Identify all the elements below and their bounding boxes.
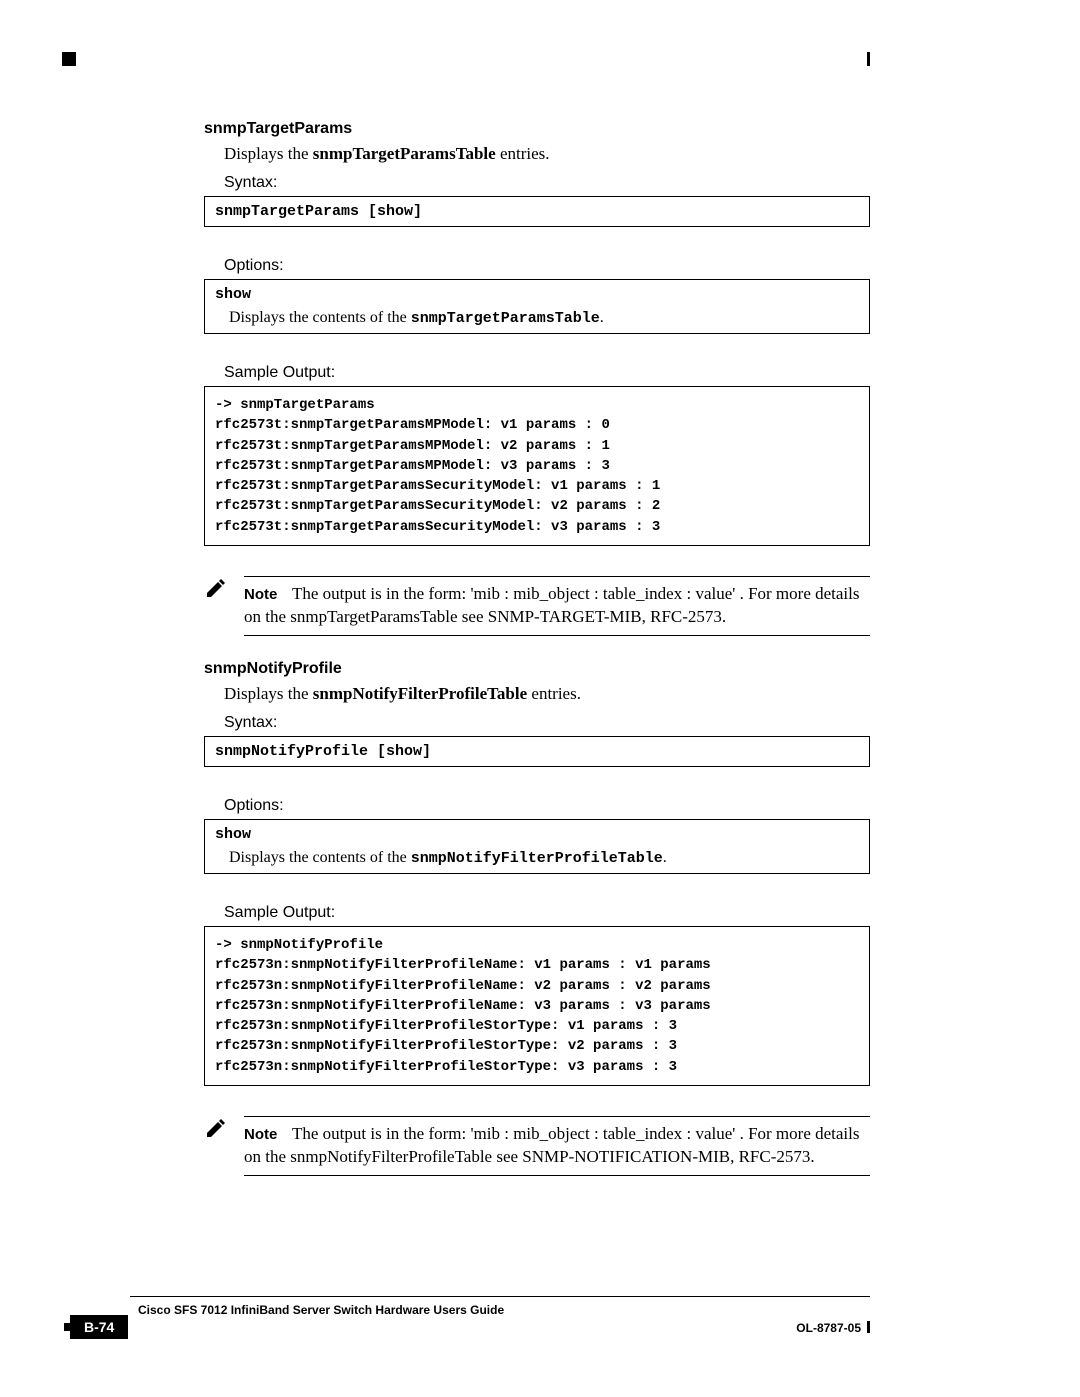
options-box: show Displays the contents of the snmpTar… bbox=[204, 279, 870, 334]
sample-output-line: rfc2573t:snmpTargetParamsSecurityModel: … bbox=[215, 517, 859, 537]
section-description: Displays the snmpNotifyFilterProfileTabl… bbox=[224, 684, 870, 704]
note-body: NoteThe output is in the form: 'mib : mi… bbox=[244, 576, 870, 636]
note-body: NoteThe output is in the form: 'mib : mi… bbox=[244, 1116, 870, 1176]
option-name: show bbox=[215, 286, 859, 303]
note-text: The output is in the form: 'mib : mib_ob… bbox=[244, 1124, 860, 1166]
sample-output-line: rfc2573n:snmpNotifyFilterProfileName: v3… bbox=[215, 996, 859, 1016]
sample-output-line: -> snmpTargetParams bbox=[215, 395, 859, 415]
page: snmpTargetParams Displays the snmpTargetP… bbox=[0, 0, 1080, 1397]
sample-output-line: rfc2573t:snmpTargetParamsSecurityModel: … bbox=[215, 476, 859, 496]
sample-output-line: rfc2573n:snmpNotifyFilterProfileStorType… bbox=[215, 1036, 859, 1056]
syntax-command: snmpNotifyProfile [show] bbox=[215, 743, 859, 760]
options-label: Options: bbox=[224, 257, 870, 275]
option-description: Displays the contents of the snmpTargetP… bbox=[229, 309, 859, 327]
note-label: Note bbox=[244, 585, 292, 605]
option-description: Displays the contents of the snmpNotifyF… bbox=[229, 849, 859, 867]
sample-output-line: rfc2573n:snmpNotifyFilterProfileStorType… bbox=[215, 1016, 859, 1036]
sample-output-label: Sample Output: bbox=[224, 904, 870, 922]
sample-output-line: -> snmpNotifyProfile bbox=[215, 935, 859, 955]
section-heading: snmpTargetParams bbox=[204, 120, 870, 138]
syntax-label: Syntax: bbox=[224, 174, 870, 192]
option-name: show bbox=[215, 826, 859, 843]
footer-title: Cisco SFS 7012 InfiniBand Server Switch … bbox=[138, 1303, 504, 1317]
pencil-icon bbox=[204, 576, 232, 605]
document-id: OL-8787-05 bbox=[796, 1321, 870, 1335]
sample-output-line: rfc2573n:snmpNotifyFilterProfileStorType… bbox=[215, 1057, 859, 1077]
note-label: Note bbox=[244, 1125, 292, 1145]
section-description: Displays the snmpTargetParamsTable entri… bbox=[224, 144, 870, 164]
options-box: show Displays the contents of the snmpNot… bbox=[204, 819, 870, 874]
sample-output-label: Sample Output: bbox=[224, 364, 870, 382]
note-block: NoteThe output is in the form: 'mib : mi… bbox=[204, 1116, 870, 1176]
options-label: Options: bbox=[224, 797, 870, 815]
sample-output-box: -> snmpTargetParamsrfc2573t:snmpTargetPa… bbox=[204, 386, 870, 546]
syntax-command: snmpTargetParams [show] bbox=[215, 203, 859, 220]
sample-output-line: rfc2573t:snmpTargetParamsMPModel: v1 par… bbox=[215, 415, 859, 435]
note-text: The output is in the form: 'mib : mib_ob… bbox=[244, 584, 860, 626]
sample-output-line: rfc2573n:snmpNotifyFilterProfileName: v2… bbox=[215, 976, 859, 996]
crop-mark-right bbox=[867, 52, 870, 66]
page-number-tab: B-74 bbox=[70, 1315, 128, 1339]
sample-output-box: -> snmpNotifyProfilerfc2573n:snmpNotifyF… bbox=[204, 926, 870, 1086]
sample-output-line: rfc2573t:snmpTargetParamsMPModel: v3 par… bbox=[215, 456, 859, 476]
note-block: NoteThe output is in the form: 'mib : mi… bbox=[204, 576, 870, 636]
page-content: snmpTargetParams Displays the snmpTargetP… bbox=[204, 50, 870, 1176]
syntax-box: snmpNotifyProfile [show] bbox=[204, 736, 870, 767]
section-heading: snmpNotifyProfile bbox=[204, 660, 870, 678]
pencil-icon bbox=[204, 1116, 232, 1145]
footer-rule bbox=[130, 1296, 870, 1297]
sample-output-line: rfc2573n:snmpNotifyFilterProfileName: v1… bbox=[215, 955, 859, 975]
sample-output-line: rfc2573t:snmpTargetParamsMPModel: v2 par… bbox=[215, 436, 859, 456]
syntax-label: Syntax: bbox=[224, 714, 870, 732]
sample-output-line: rfc2573t:snmpTargetParamsSecurityModel: … bbox=[215, 496, 859, 516]
syntax-box: snmpTargetParams [show] bbox=[204, 196, 870, 227]
